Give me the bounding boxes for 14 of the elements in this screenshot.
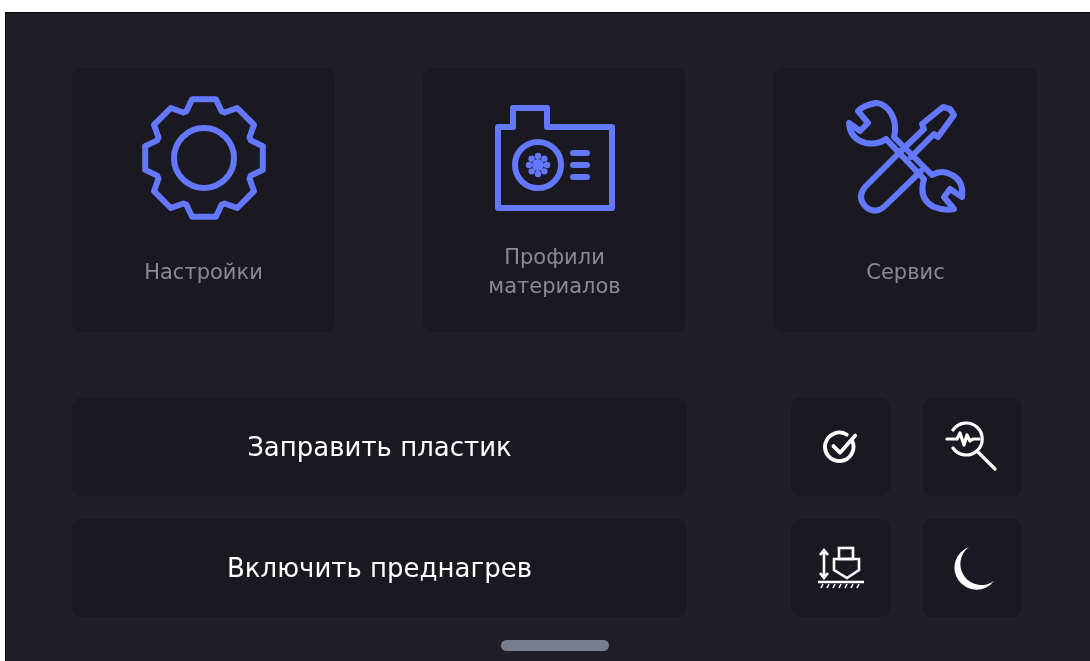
gear-icon: [140, 95, 267, 221]
nozzle-bed-icon: [816, 545, 865, 591]
icon-button[interactable]: [923, 519, 1022, 617]
menu-tile[interactable]: Настройки: [72, 68, 335, 332]
menu-tile[interactable]: Профили материалов: [423, 68, 686, 332]
icon-button[interactable]: [791, 398, 890, 496]
action-button[interactable]: Заправить пластик: [72, 398, 687, 496]
wrench-screwdriver-icon: [845, 99, 966, 217]
id-card-icon: [494, 105, 615, 211]
menu-tile[interactable]: Сервис: [774, 68, 1037, 332]
icon-button[interactable]: [923, 398, 1022, 496]
check-circle-icon: [821, 428, 860, 466]
action-button[interactable]: Включить преднагрев: [72, 519, 687, 617]
icon-button[interactable]: [791, 519, 890, 617]
